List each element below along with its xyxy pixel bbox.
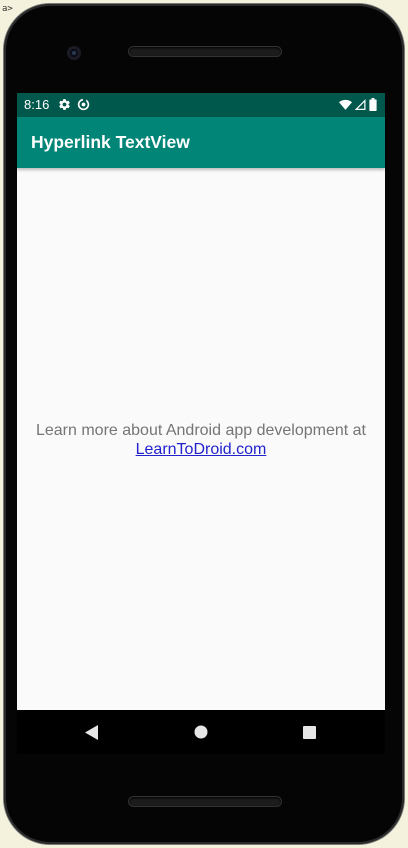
bottom-speaker: [129, 797, 281, 806]
wifi-icon: [339, 99, 352, 114]
main-content: Learn more about Android app development…: [17, 168, 385, 710]
settings-gear-icon: [58, 98, 71, 114]
status-right-icons: [339, 98, 377, 114]
home-circle-icon[interactable]: [192, 723, 210, 741]
cell-signal-icon: [354, 98, 366, 114]
recents-square-icon[interactable]: [300, 723, 318, 741]
battery-icon: [369, 98, 377, 114]
status-time: 8:16: [24, 97, 50, 112]
status-bar: 8:16: [17, 93, 385, 117]
hyperlink-textview: Learn more about Android app development…: [17, 421, 385, 459]
corner-label: a>: [2, 4, 13, 14]
back-triangle-icon[interactable]: [83, 723, 101, 741]
navigation-bar: [17, 710, 385, 754]
app-toolbar: Hyperlink TextView: [17, 117, 385, 168]
device-screen: 8:16 Hyperlink TextView Learn more about…: [17, 93, 385, 710]
message-text: Learn more about Android app development…: [35, 422, 366, 439]
status-left-icons: [58, 98, 90, 114]
app-title: Hyperlink TextView: [31, 132, 190, 152]
learntodroid-link[interactable]: LearnToDroid.com: [136, 441, 267, 458]
top-speaker: [129, 47, 281, 56]
front-camera: [67, 46, 81, 60]
data-saver-icon: [77, 98, 90, 114]
